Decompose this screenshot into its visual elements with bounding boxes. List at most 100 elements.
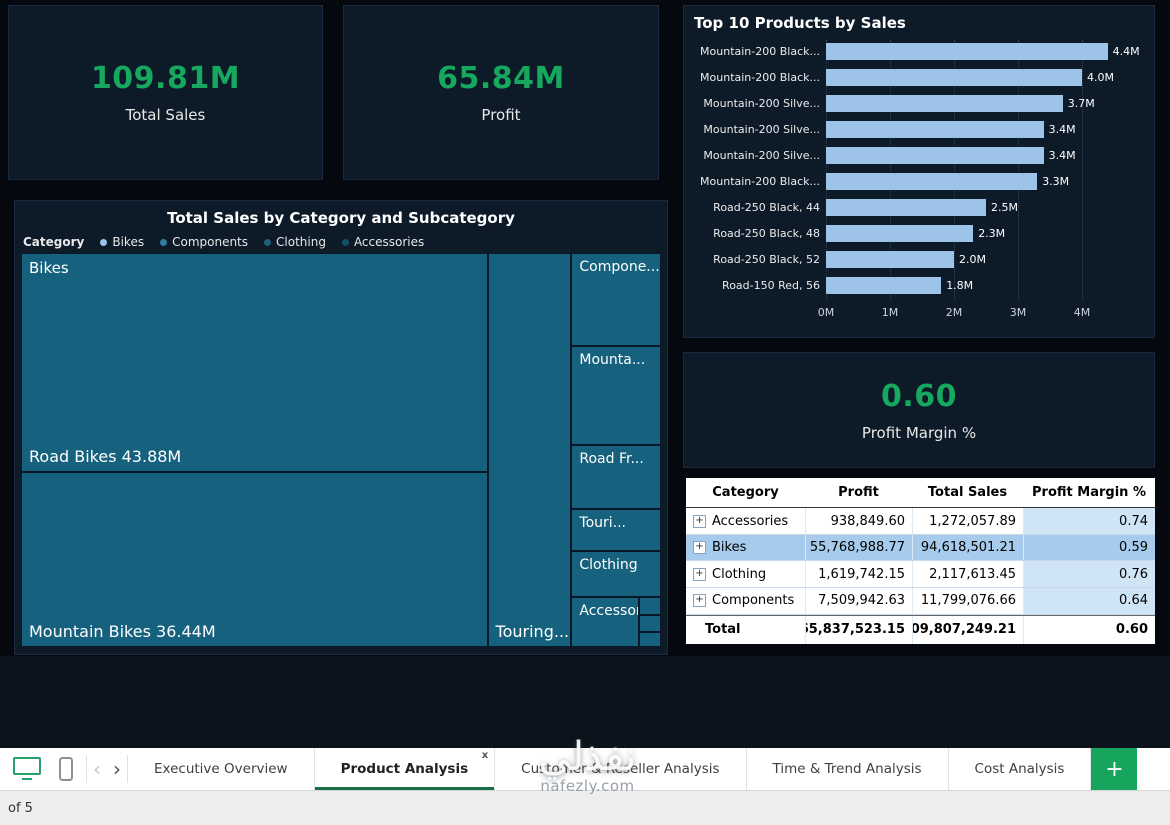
bar[interactable] bbox=[826, 68, 1082, 86]
bar-value-label: 2.5M bbox=[991, 200, 1018, 214]
total-sales-kpi-card[interactable]: 109.81M Total Sales bbox=[8, 5, 323, 180]
category-cell[interactable]: + Accessories bbox=[686, 508, 805, 534]
tab-executive-overview[interactable]: Executive Overview bbox=[128, 748, 315, 790]
tabbar-filler bbox=[1137, 748, 1170, 790]
bar-row: Mountain-200 Silve... 3.7M bbox=[694, 90, 1144, 116]
bar-value-label: 3.4M bbox=[1048, 148, 1076, 162]
legend-label: Components bbox=[172, 235, 249, 249]
column-header[interactable]: Category bbox=[686, 478, 805, 507]
category-label: Accessories bbox=[712, 513, 789, 529]
expand-icon[interactable]: + bbox=[693, 594, 706, 608]
prev-page-arrow-icon[interactable]: ‹ bbox=[87, 748, 107, 790]
treemap-cell-mountain-frames[interactable]: Mounta... bbox=[571, 345, 661, 445]
treemap-cell-components[interactable]: Compone... bbox=[571, 253, 661, 346]
category-cell[interactable]: + Clothing bbox=[686, 561, 805, 587]
table-row[interactable]: + Clothing 1,619,742.15 2,117,613.45 0.76 bbox=[686, 561, 1155, 588]
legend-dot-icon bbox=[341, 238, 349, 246]
category-cell[interactable]: + Components bbox=[686, 588, 805, 614]
x-axis-tick-label: 2M bbox=[945, 306, 963, 319]
treemap-cell-label: Bikes bbox=[29, 259, 69, 277]
treemap-title: Total Sales by Category and Subcategory bbox=[167, 209, 515, 227]
treemap-cell-road-frames[interactable]: Road Fr... bbox=[571, 444, 661, 510]
bar[interactable] bbox=[826, 224, 974, 242]
tab-product-analysis[interactable]: Product Analysis x bbox=[315, 748, 496, 790]
bar[interactable] bbox=[826, 146, 1044, 164]
expand-icon[interactable]: + bbox=[693, 541, 706, 555]
treemap-cell-clothing[interactable]: Clothing bbox=[571, 551, 661, 597]
bar-track: 4.4M bbox=[826, 42, 1144, 60]
treemap-cell-value-label: Road Bikes 43.88M bbox=[29, 447, 182, 467]
profit-margin-label: Profit Margin % bbox=[861, 423, 977, 442]
treemap-cell-value-label: Touring... bbox=[495, 622, 570, 641]
column-header[interactable]: Profit Margin % bbox=[1023, 478, 1155, 507]
treemap-cell-touring-bikes[interactable]: Touring... bbox=[487, 253, 572, 647]
profit-margin-kpi-card[interactable]: 0.60 Profit Margin % bbox=[683, 352, 1155, 468]
legend-dot-icon bbox=[100, 238, 108, 246]
desktop-view-icon[interactable] bbox=[12, 756, 42, 782]
legend-dot-icon bbox=[160, 238, 168, 246]
total-sales-cell: 11,799,076.66 bbox=[912, 588, 1023, 614]
table-row[interactable]: + Accessories 938,849.60 1,272,057.89 0.74 bbox=[686, 508, 1155, 535]
bar-value-label: 2.3M bbox=[978, 226, 1006, 240]
table-total-row: Total 65,837,523.15 109,807,249.21 0.60 bbox=[686, 614, 1155, 644]
top-products-bar-chart[interactable]: Top 10 Products by Sales 0M 1M 2M 3M 4M Mount… bbox=[683, 5, 1155, 338]
bar[interactable] bbox=[826, 172, 1038, 190]
tab-customer-reseller-analysis[interactable]: Customer & Reseller Analysis bbox=[495, 748, 747, 790]
tab-cost-analysis[interactable]: Cost Analysis bbox=[949, 748, 1092, 790]
bar-plot: 0M 1M 2M 3M 4M Mountain-200 Black... 4.4M Mount… bbox=[694, 38, 1144, 330]
x-axis-tick-label: 3M bbox=[1009, 306, 1027, 319]
tab-time-trend-analysis[interactable]: Time & Trend Analysis bbox=[747, 748, 949, 790]
treemap-legend: Category Bikes Components Clothing Accessor… bbox=[23, 235, 667, 249]
expand-icon[interactable]: + bbox=[693, 514, 706, 528]
table-row[interactable]: + Bikes 55,768,988.77 94,618,501.21 0.59 bbox=[686, 534, 1155, 562]
bar[interactable] bbox=[826, 250, 954, 268]
treemap-cell-touring-frames[interactable]: Touri... bbox=[571, 509, 661, 552]
bar[interactable] bbox=[826, 42, 1108, 60]
bar-row: Road-150 Red, 56 1.8M bbox=[694, 272, 1144, 298]
column-header[interactable]: Profit bbox=[805, 478, 912, 507]
view-switcher bbox=[0, 748, 86, 790]
legend-item[interactable]: Clothing bbox=[264, 235, 326, 249]
canvas-lower-band bbox=[0, 656, 1170, 748]
treemap-cell-road-bikes[interactable]: Bikes Road Bikes 43.88M bbox=[21, 253, 488, 473]
expand-icon[interactable]: + bbox=[693, 567, 706, 581]
tab-label: Executive Overview bbox=[154, 761, 288, 777]
total-margin-cell: 0.60 bbox=[1023, 615, 1155, 644]
category-matrix-table[interactable]: Category Profit Total Sales Profit Margin %… bbox=[686, 478, 1155, 644]
add-page-button[interactable]: + bbox=[1091, 748, 1138, 790]
treemap-cell-small-3[interactable] bbox=[639, 631, 661, 647]
bar-track: 3.4M bbox=[826, 146, 1144, 164]
next-page-arrow-icon[interactable]: › bbox=[107, 748, 127, 790]
bar-track: 3.3M bbox=[826, 172, 1144, 190]
bar-row: Mountain-200 Silve... 3.4M bbox=[694, 142, 1144, 168]
treemap-visual[interactable]: Total Sales by Category and Subcategory … bbox=[14, 200, 668, 655]
page-tab-bar: ‹ › Executive Overview Product Analysis x C… bbox=[0, 748, 1170, 790]
bar-value-label: 4.4M bbox=[1112, 44, 1140, 58]
treemap-cell-accessories[interactable]: Accessories bbox=[571, 596, 640, 647]
bar[interactable] bbox=[826, 276, 942, 294]
profit-kpi-card[interactable]: 65.84M Profit bbox=[343, 5, 659, 180]
legend-label: Clothing bbox=[276, 235, 326, 249]
bar-value-label: 1.8M bbox=[946, 278, 974, 292]
page-indicator: of 5 bbox=[8, 800, 33, 816]
category-cell[interactable]: + Bikes bbox=[686, 534, 805, 561]
bar[interactable] bbox=[826, 120, 1044, 138]
bar[interactable] bbox=[826, 198, 986, 216]
treemap-cell-small-1[interactable] bbox=[639, 596, 661, 616]
table-row[interactable]: + Components 7,509,942.63 11,799,076.66 0.64 bbox=[686, 588, 1155, 615]
bar[interactable] bbox=[826, 94, 1063, 112]
profit-margin-cell: 0.76 bbox=[1023, 561, 1155, 587]
tab-close-icon[interactable]: x bbox=[482, 750, 488, 761]
mobile-view-icon[interactable] bbox=[58, 756, 74, 782]
legend-item[interactable]: Bikes bbox=[100, 235, 144, 249]
bar-row: Mountain-200 Black... 4.0M bbox=[694, 64, 1144, 90]
treemap-cell-small-2[interactable] bbox=[639, 615, 661, 632]
tab-label: Product Analysis bbox=[340, 761, 469, 777]
legend-item[interactable]: Accessories bbox=[341, 235, 424, 249]
x-axis-tick-label: 1M bbox=[881, 306, 899, 319]
column-header[interactable]: Total Sales bbox=[912, 478, 1023, 507]
legend-item[interactable]: Components bbox=[160, 235, 248, 249]
treemap-cell-mountain-bikes[interactable]: Mountain Bikes 36.44M bbox=[21, 472, 488, 647]
treemap-area: Bikes Road Bikes 43.88M Mountain Bikes 36.… bbox=[21, 253, 661, 647]
bar-value-label: 2.0M bbox=[959, 252, 986, 266]
